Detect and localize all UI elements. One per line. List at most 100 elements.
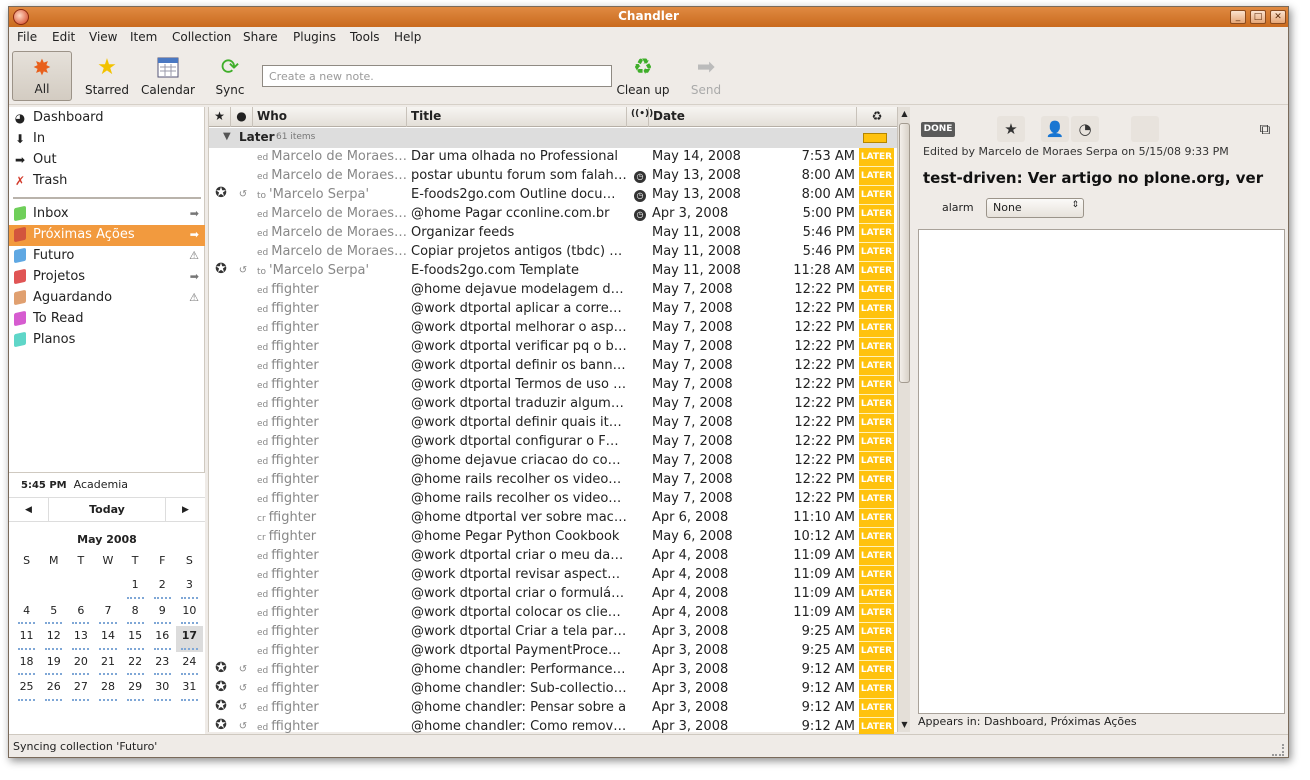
table-row[interactable]: ✪ ↺ to 'Marcelo Serpa' E-foods2go.com Templa… — [209, 261, 897, 281]
scroll-up-icon[interactable]: ▲ — [898, 107, 911, 121]
title-cell[interactable]: @work dtportal Criar a tela para o — [411, 624, 627, 639]
menu-tools[interactable]: Tools — [350, 30, 380, 44]
sidebar-item-projetos[interactable]: Projetos ➡ — [9, 267, 205, 288]
menu-edit[interactable]: Edit — [52, 30, 75, 44]
calendar-day[interactable]: 27 — [67, 677, 94, 703]
table-row[interactable]: ed ffighter @work dtportal PaymentProcesso… — [209, 642, 897, 661]
triage-status-button[interactable]: LATER — [859, 148, 894, 167]
menu-plugins[interactable]: Plugins — [293, 30, 336, 44]
sidebar-item-aguardando[interactable]: Aguardando ⚠ — [9, 288, 205, 309]
title-cell[interactable]: @home rails recolher os videos da — [411, 491, 627, 506]
triage-status-button[interactable]: LATER — [859, 433, 894, 452]
title-cell[interactable]: @home chandler: Sub-collections — [411, 681, 627, 696]
upcoming-event[interactable]: 5:45 PM Academia — [21, 478, 128, 491]
calendar-day[interactable]: 1 — [122, 575, 149, 601]
star-column-header[interactable]: ★ — [209, 107, 231, 127]
table-row[interactable]: ed ffighter @work dtportal definir quais i… — [209, 414, 897, 433]
title-cell[interactable]: @home chandler: Como remover os — [411, 719, 627, 734]
notes-textarea[interactable] — [918, 229, 1285, 714]
triage-status-button[interactable]: LATER — [859, 604, 894, 623]
table-row[interactable]: ed ffighter @home rails recolher os videos… — [209, 490, 897, 509]
calendar-day[interactable]: 11 — [13, 626, 40, 652]
calendar-day[interactable]: 20 — [67, 652, 94, 678]
new-note-input[interactable] — [262, 65, 612, 87]
table-row[interactable]: ✪ ↺ ed ffighter @home chandler: Performance … — [209, 660, 897, 680]
collapse-triangle-icon[interactable]: ▼ — [223, 131, 231, 142]
cleanup-button[interactable]: ♻ Clean up — [615, 51, 671, 101]
table-row[interactable]: edffighter @home dejavue modelagem de dad… — [209, 281, 897, 300]
title-cell[interactable]: Copiar projetos antigos (tbdc) para — [411, 244, 627, 259]
send-button[interactable]: ➡ Send — [681, 51, 731, 101]
calendar-day[interactable]: 18 — [13, 652, 40, 678]
title-cell[interactable]: @work dtportal definir quais itens — [411, 415, 627, 430]
table-row[interactable]: ed ffighter @work dtportal Criar a tela pa… — [209, 623, 897, 642]
calendar-day[interactable]: 15 — [122, 626, 149, 652]
triage-status-button[interactable]: LATER — [859, 243, 894, 262]
title-cell[interactable]: @work dtportal verificar pq o banner — [411, 339, 627, 354]
title-cell[interactable]: @work dtportal colocar os clientes — [411, 605, 627, 620]
triage-status-button[interactable]: LATER — [859, 680, 894, 699]
calendar-day[interactable]: 23 — [149, 652, 176, 678]
person-icon[interactable]: 👤 — [1041, 116, 1069, 142]
calendar-day[interactable]: 25 — [13, 677, 40, 703]
menu-collection[interactable]: Collection — [172, 30, 231, 44]
title-cell[interactable]: E-foods2go.com Template — [411, 263, 627, 278]
triage-status-button[interactable]: LATER — [859, 623, 894, 642]
reminder-icon[interactable]: ◷ — [633, 187, 647, 202]
sidebar-item-proximas-acoes[interactable]: Próximas Ações ➡ — [9, 225, 205, 246]
calendar-day[interactable]: 8 — [122, 601, 149, 627]
triage-status-button[interactable]: LATER — [859, 661, 894, 680]
title-cell[interactable]: @home chandler: Pensar sobre a — [411, 700, 627, 715]
triage-status-button[interactable]: LATER — [859, 281, 894, 300]
calendar-day[interactable]: 29 — [122, 677, 149, 703]
calendar-day[interactable]: 13 — [67, 626, 94, 652]
table-row[interactable]: edMarcelo de Moraes Serpa Copiar projetos… — [209, 243, 897, 262]
calendar-day[interactable]: 9 — [149, 601, 176, 627]
table-row[interactable]: ed ffighter @work dtportal criar o meu dat… — [209, 547, 897, 566]
triage-status-button[interactable]: LATER — [859, 300, 894, 319]
popout-window-icon[interactable]: ⧉ — [1251, 116, 1279, 142]
maximize-button[interactable]: □ — [1250, 10, 1266, 24]
table-row[interactable]: ed ffighter @work dtportal configurar o FC… — [209, 433, 897, 452]
table-row[interactable]: ed ffighter @work dtportal colocar os clie… — [209, 604, 897, 623]
calendar-day[interactable]: 21 — [94, 652, 121, 678]
triage-status-button[interactable]: LATER — [859, 509, 894, 528]
table-row[interactable]: ed ffighter @work dtportal criar o formulá… — [209, 585, 897, 604]
table-row[interactable]: ed ffighter @work dtportal aplicar a corre… — [209, 300, 897, 319]
title-cell[interactable]: @work dtportal revisar aspectos de — [411, 567, 627, 582]
triage-status-button[interactable]: LATER — [859, 585, 894, 604]
alarm-select[interactable]: None ⇕ — [986, 198, 1084, 218]
calendar-day[interactable]: 19 — [40, 652, 67, 678]
title-cell[interactable]: @work dtportal traduzir algumas frases — [411, 396, 627, 411]
done-button[interactable]: DONE — [921, 122, 955, 137]
triage-status-button[interactable]: LATER — [859, 319, 894, 338]
triage-status-button[interactable]: LATER — [859, 490, 894, 509]
starred-icon[interactable]: ✪ — [212, 679, 230, 695]
starred-icon[interactable]: ✪ — [212, 660, 230, 676]
calendar-day[interactable]: 5 — [40, 601, 67, 627]
title-cell[interactable]: @home Pagar cconline.com.br — [411, 206, 627, 221]
table-row[interactable]: ed ffighter @work dtportal melhorar o aspe… — [209, 319, 897, 338]
reminder-column-header[interactable]: ((•)) — [627, 107, 653, 127]
calendar-day[interactable]: 2 — [149, 575, 176, 601]
sidebar-item-trash[interactable]: ✗ Trash — [9, 171, 205, 192]
calendar-day[interactable]: 17 — [175, 626, 203, 652]
table-row[interactable]: ✪ ↺ ed ffighter @home chandler: Sub-collecti… — [209, 679, 897, 699]
menu-file[interactable]: File — [17, 30, 37, 44]
table-row[interactable]: ed ffighter @work dtportal traduzir alguma… — [209, 395, 897, 414]
starred-icon[interactable]: ✪ — [212, 717, 230, 733]
triage-status-button[interactable]: LATER — [859, 376, 894, 395]
title-cell[interactable]: @work dtportal configurar o FCKeditor — [411, 434, 627, 449]
calendar-day[interactable]: 10 — [176, 601, 203, 627]
triage-column-header[interactable]: ♻ — [857, 107, 897, 127]
title-cell[interactable]: @work dtportal PaymentProcessor — [411, 643, 627, 658]
menu-view[interactable]: View — [89, 30, 117, 44]
triage-status-button[interactable]: LATER — [859, 642, 894, 661]
title-cell[interactable]: Organizar feeds — [411, 225, 627, 240]
read-status-icon[interactable]: ↺ — [236, 721, 250, 732]
triage-status-button[interactable]: LATER — [859, 414, 894, 433]
table-row[interactable]: edMarcelo de Moraes Serpa @home Pagar cco… — [209, 205, 897, 224]
sidebar-item-planos[interactable]: Planos — [9, 330, 205, 351]
title-cell[interactable]: @home Pegar Python Cookbook — [411, 529, 627, 544]
blank-toggle[interactable] — [1131, 116, 1159, 142]
